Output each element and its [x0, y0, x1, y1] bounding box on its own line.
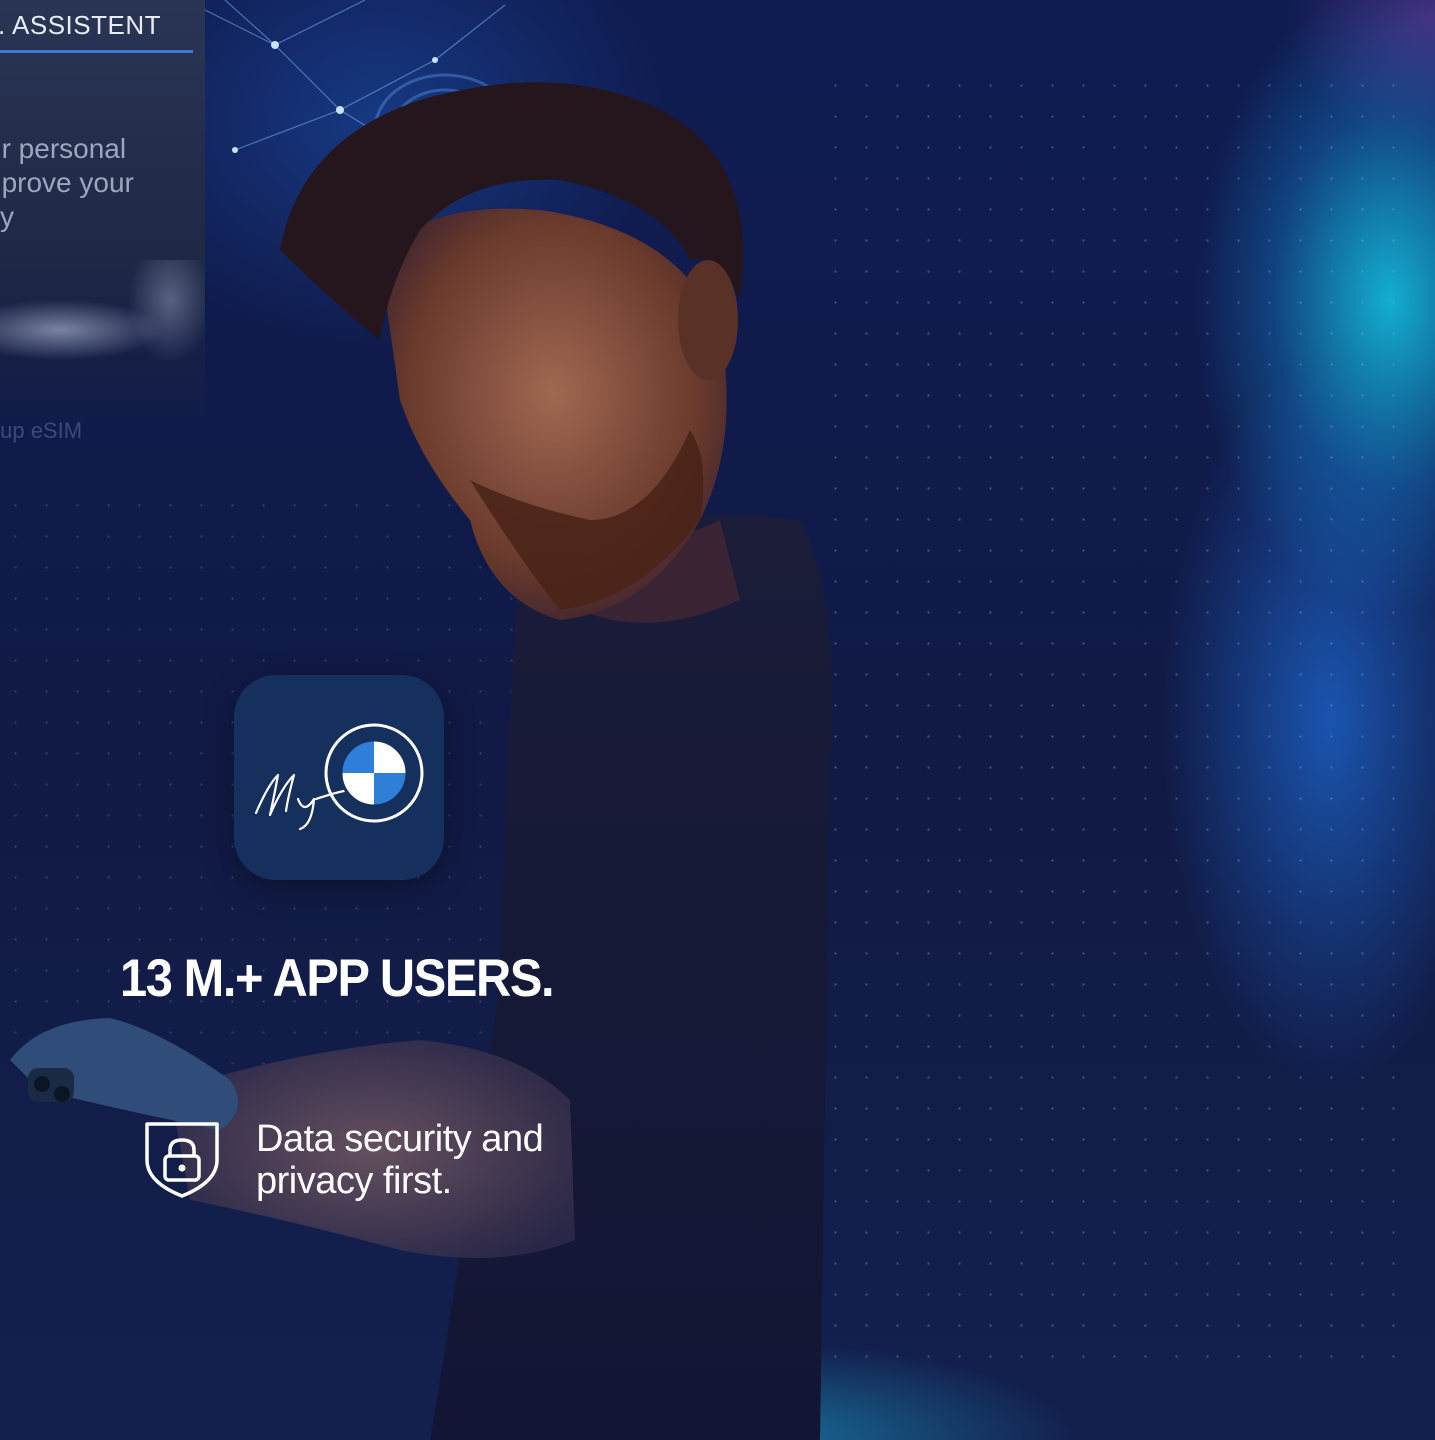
logo-letter-m: M [367, 725, 378, 740]
security-line-1: Data security and [256, 1118, 544, 1160]
headline: 13 M.+ APP USERS. [120, 949, 555, 1008]
security-line-2: privacy first. [256, 1160, 452, 1202]
bmw-logo-icon: B M W [254, 723, 424, 831]
security-text: Data security and privacy first. [256, 1118, 586, 1202]
shield-lock-icon [145, 1122, 219, 1198]
my-bmw-app-tile[interactable]: B M W [234, 675, 444, 880]
person-photo [10, 82, 832, 1440]
